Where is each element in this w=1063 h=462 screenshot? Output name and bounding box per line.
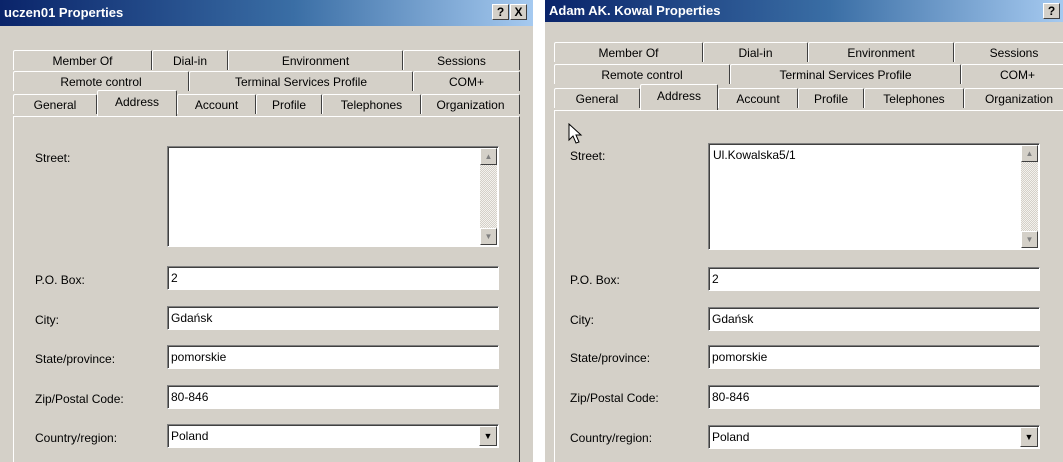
tab-member-of[interactable]: Member Of: [554, 42, 703, 62]
scroll-down-icon[interactable]: ▼: [1021, 231, 1038, 248]
country-region-value: Poland: [171, 429, 209, 443]
tab-remote-control[interactable]: Remote control: [554, 64, 730, 84]
tab-account[interactable]: Account: [718, 88, 798, 108]
zip-postal-code-input[interactable]: 80-846: [708, 385, 1040, 409]
po-box-input[interactable]: 2: [708, 267, 1040, 291]
street-label: Street:: [570, 149, 606, 163]
tab-terminal-services-profile[interactable]: Terminal Services Profile: [189, 71, 413, 91]
properties-dialog-uczen01: uczen01 Properties ? X Member Of Dial-in…: [0, 0, 533, 462]
tab-address[interactable]: Address: [640, 84, 718, 110]
country-region-select[interactable]: Poland ▼: [708, 425, 1040, 449]
city-label: City:: [35, 313, 59, 327]
tab-sessions[interactable]: Sessions: [954, 42, 1063, 62]
tab-terminal-services-profile[interactable]: Terminal Services Profile: [730, 64, 961, 84]
street-textarea[interactable]: ▲ ▼: [167, 146, 499, 247]
po-box-input[interactable]: 2: [167, 266, 499, 290]
street-scrollbar[interactable]: ▲ ▼: [1021, 145, 1038, 248]
tab-profile[interactable]: Profile: [798, 88, 864, 108]
country-region-label: Country/region:: [570, 431, 653, 445]
tab-general[interactable]: General: [554, 88, 640, 108]
zip-postal-code-label: Zip/Postal Code:: [570, 391, 659, 405]
zip-postal-code-label: Zip/Postal Code:: [35, 392, 124, 406]
po-box-label: P.O. Box:: [35, 273, 85, 287]
city-input[interactable]: Gdańsk: [708, 307, 1040, 331]
city-label: City:: [570, 313, 594, 327]
title-bar: uczen01 Properties ? X: [0, 0, 533, 26]
tab-remote-control[interactable]: Remote control: [13, 71, 189, 91]
country-region-value: Poland: [712, 430, 750, 444]
tab-dial-in[interactable]: Dial-in: [152, 50, 228, 70]
street-textarea[interactable]: Ul.Kowalska5/1 ▲ ▼: [708, 143, 1040, 250]
window-title: Adam AK. Kowal Properties: [549, 3, 721, 18]
po-box-label: P.O. Box:: [570, 273, 620, 287]
close-button[interactable]: X: [510, 4, 527, 20]
help-button[interactable]: ?: [492, 4, 509, 20]
properties-dialog-adam-kowal: Adam AK. Kowal Properties ? Member Of Di…: [545, 0, 1063, 462]
tab-organization[interactable]: Organization: [964, 88, 1063, 108]
scroll-down-icon[interactable]: ▼: [480, 228, 497, 245]
help-button[interactable]: ?: [1043, 3, 1060, 19]
tab-member-of[interactable]: Member Of: [13, 50, 152, 70]
state-province-label: State/province:: [35, 352, 116, 366]
country-region-select[interactable]: Poland ▼: [167, 424, 499, 448]
title-bar: Adam AK. Kowal Properties ?: [545, 0, 1063, 22]
tab-organization[interactable]: Organization: [421, 94, 520, 114]
tab-profile[interactable]: Profile: [256, 94, 322, 114]
tab-general[interactable]: General: [13, 94, 97, 114]
tab-environment[interactable]: Environment: [228, 50, 403, 70]
state-province-label: State/province:: [570, 351, 651, 365]
tab-environment[interactable]: Environment: [808, 42, 954, 62]
mouse-pointer-icon: [568, 123, 583, 144]
country-region-label: Country/region:: [35, 431, 118, 445]
tab-address[interactable]: Address: [97, 90, 177, 116]
street-label: Street:: [35, 151, 71, 165]
street-value: Ul.Kowalska5/1: [713, 148, 796, 162]
chevron-down-icon[interactable]: ▼: [479, 426, 497, 446]
state-province-input[interactable]: pomorskie: [167, 345, 499, 369]
scroll-up-icon[interactable]: ▲: [480, 148, 497, 165]
scroll-up-icon[interactable]: ▲: [1021, 145, 1038, 162]
window-title: uczen01 Properties: [4, 5, 124, 20]
state-province-input[interactable]: pomorskie: [708, 345, 1040, 369]
tab-account[interactable]: Account: [177, 94, 256, 114]
tab-com-plus[interactable]: COM+: [413, 71, 520, 91]
zip-postal-code-input[interactable]: 80-846: [167, 385, 499, 409]
tab-com-plus[interactable]: COM+: [961, 64, 1063, 84]
tab-sessions[interactable]: Sessions: [403, 50, 520, 70]
street-scrollbar[interactable]: ▲ ▼: [480, 148, 497, 245]
tab-telephones[interactable]: Telephones: [322, 94, 421, 114]
tab-telephones[interactable]: Telephones: [864, 88, 964, 108]
address-tab-panel: Street: Ul.Kowalska5/1 ▲ ▼ P.O. Box: 2 C…: [554, 110, 1063, 462]
city-input[interactable]: Gdańsk: [167, 306, 499, 330]
chevron-down-icon[interactable]: ▼: [1020, 427, 1038, 447]
address-tab-panel: Street: ▲ ▼ P.O. Box: 2 City: Gdańsk Sta…: [13, 116, 520, 462]
tab-dial-in[interactable]: Dial-in: [703, 42, 808, 62]
